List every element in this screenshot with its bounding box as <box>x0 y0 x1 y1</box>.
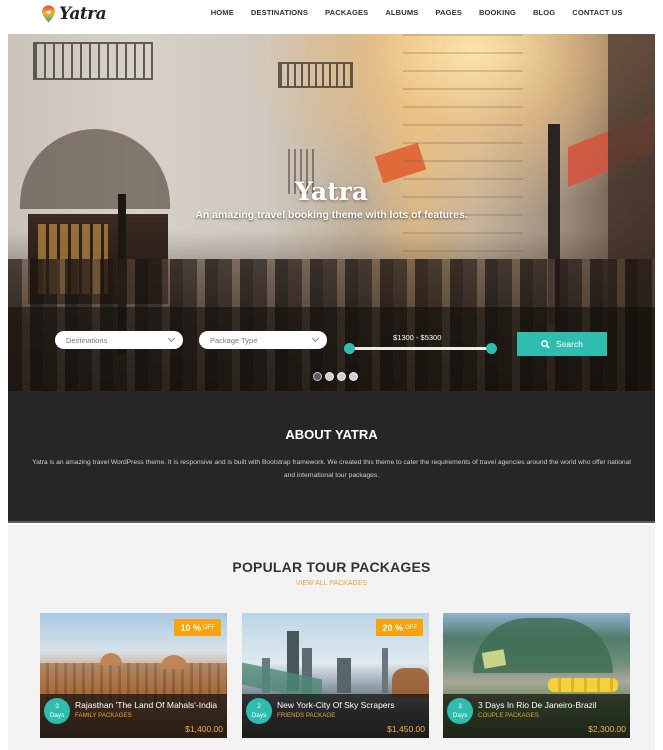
package-category[interactable]: FAMILY PACKAGES <box>75 712 132 719</box>
slider-dot-3[interactable] <box>337 372 346 381</box>
days-label: Days <box>49 712 65 719</box>
nav-blog[interactable]: BLOG <box>524 8 563 17</box>
about-text: Yatra is an amazing travel WordPress the… <box>32 459 631 479</box>
search-button[interactable]: Search <box>517 332 607 356</box>
destination-select-value: Destinations <box>66 336 108 345</box>
days-badge: 3 Days <box>44 698 70 724</box>
package-price: $1,400.00 <box>185 724 223 734</box>
days-number: 3 <box>458 703 462 710</box>
nav-packages[interactable]: PACKAGES <box>317 8 377 17</box>
price-range-track[interactable] <box>349 347 492 350</box>
nav-destinations[interactable]: DESTINATIONS <box>242 8 316 17</box>
package-category[interactable]: COUPLE PACKAGES <box>478 712 539 719</box>
package-type-select[interactable]: Package Type <box>199 331 327 349</box>
destination-select[interactable]: Destinations <box>55 331 183 349</box>
discount-badge: 10 % OFF <box>174 619 221 636</box>
search-button-label: Search <box>556 339 583 349</box>
packages-title: POPULAR TOUR PACKAGES <box>232 559 431 575</box>
price-range-label: $1300 - $5300 <box>393 333 442 342</box>
about-section: ABOUT YATRA Yatra is an amazing travel W… <box>8 391 655 523</box>
logo-text: Yatra <box>59 4 107 24</box>
popular-packages-section: POPULAR TOUR PACKAGES VIEW ALL PACKAGES … <box>8 525 655 750</box>
days-label: Days <box>452 712 468 719</box>
search-icon <box>541 339 550 349</box>
package-name[interactable]: 3 Days In Rio De Janeiro-Brazil <box>478 700 597 710</box>
nav-booking[interactable]: BOOKING <box>470 8 524 17</box>
package-name[interactable]: Rajasthan 'The Land Of Mahals'-India <box>75 700 217 710</box>
slider-dot-2[interactable] <box>325 372 334 381</box>
logo[interactable]: Yatra <box>41 4 107 24</box>
chevron-down-icon <box>311 334 320 343</box>
package-category[interactable]: FRIENDS PACKAGE <box>277 712 335 719</box>
hero-subtitle: An amazing travel booking theme with lot… <box>195 209 468 221</box>
main-nav: HOME DESTINATIONS PACKAGES ALBUMS PAGES … <box>202 8 631 17</box>
package-price: $1,450.00 <box>387 724 425 734</box>
nav-home[interactable]: HOME <box>202 8 242 17</box>
package-card[interactable]: 10 % OFF 3 Days Rajasthan 'The Land Of M… <box>40 613 227 738</box>
view-all-packages-link[interactable]: VIEW ALL PACKAGES <box>8 580 655 587</box>
days-label: Days <box>251 712 267 719</box>
package-price: $2,300.00 <box>588 724 626 734</box>
hero-title: Yatra <box>294 177 369 206</box>
chevron-down-icon <box>167 334 176 343</box>
days-badge: 2 Days <box>246 698 272 724</box>
price-range-min-handle[interactable] <box>344 343 355 354</box>
package-name[interactable]: New York-City Of Sky Scrapers <box>277 700 395 710</box>
package-card[interactable]: 20 % OFF 2 Days New York-City Of Sky Scr… <box>242 613 429 738</box>
site-header: Yatra HOME DESTINATIONS PACKAGES ALBUMS … <box>0 0 663 34</box>
nav-contact-us[interactable]: CONTACT US <box>564 8 631 17</box>
slider-dot-4[interactable] <box>349 372 358 381</box>
days-number: 3 <box>55 703 59 710</box>
hero-slider: Yatra An amazing travel booking theme wi… <box>8 34 655 391</box>
discount-value: 10 % <box>180 622 201 633</box>
about-title: ABOUT YATRA <box>285 427 378 442</box>
discount-off-label: OFF <box>405 624 417 631</box>
nav-albums[interactable]: ALBUMS <box>377 8 427 17</box>
package-card[interactable]: 3 Days 3 Days In Rio De Janeiro-Brazil C… <box>443 613 630 738</box>
days-badge: 3 Days <box>447 698 473 724</box>
price-range-max-handle[interactable] <box>486 343 497 354</box>
package-type-select-value: Package Type <box>210 336 258 345</box>
discount-value: 20 % <box>382 622 403 633</box>
slider-dot-1[interactable] <box>313 372 322 381</box>
nav-pages[interactable]: PAGES <box>427 8 471 17</box>
slider-pagination <box>313 372 358 381</box>
location-pin-icon <box>42 5 55 23</box>
discount-off-label: OFF <box>203 624 215 631</box>
days-number: 2 <box>257 703 261 710</box>
discount-badge: 20 % OFF <box>376 619 423 636</box>
